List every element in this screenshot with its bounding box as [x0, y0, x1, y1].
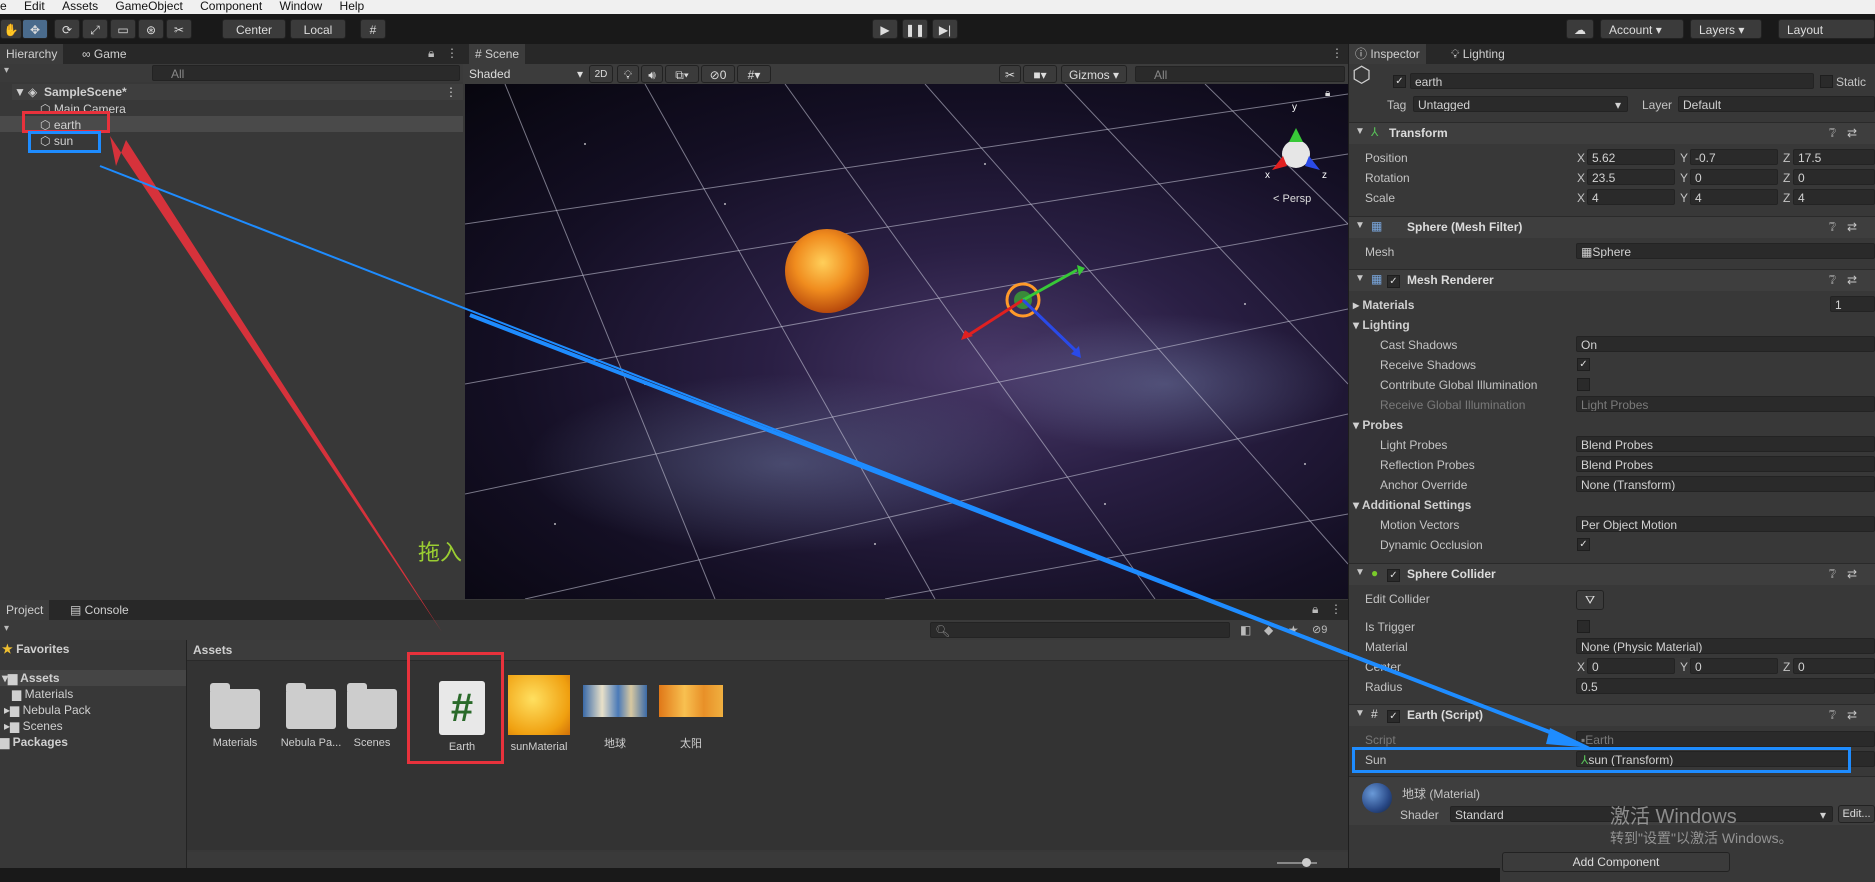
annotation-arrows	[99, 136, 1592, 748]
